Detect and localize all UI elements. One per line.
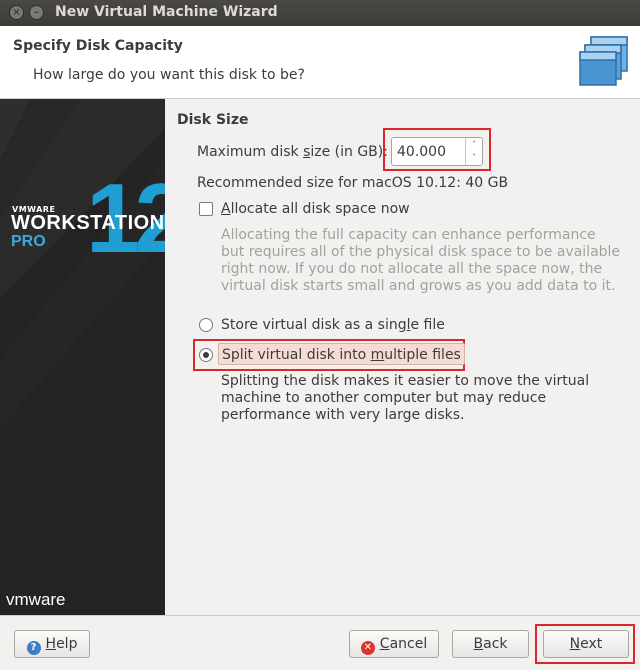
- product-edition: PRO: [11, 233, 46, 250]
- page-subtitle: How large do you want this disk to be?: [33, 67, 305, 83]
- cancel-icon: ✕: [360, 641, 375, 655]
- spin-up-icon[interactable]: ˄: [466, 138, 482, 151]
- footer-divider: [0, 615, 640, 616]
- spin-buttons: ˄ ˅: [465, 138, 482, 165]
- virtual-disks-icon: [579, 36, 628, 86]
- cancel-button[interactable]: ✕ Cancel: [349, 630, 439, 658]
- back-button[interactable]: Back: [452, 630, 529, 658]
- allocate-all-checkbox[interactable]: [199, 202, 213, 216]
- split-files-label[interactable]: Split virtual disk into multiple files: [218, 343, 465, 365]
- page-title: Specify Disk Capacity: [13, 38, 183, 54]
- recommended-size: Recommended size for macOS 10.12: 40 GB: [197, 175, 509, 191]
- vmware-logo: vmware: [6, 590, 66, 609]
- max-disk-size-label: Maximum disk size (in GB):: [197, 144, 388, 160]
- product-banner: 12 VMWARE WORKSTATION PRO vmware: [0, 99, 165, 615]
- radio-selected-dot: [203, 352, 209, 358]
- disk-size-value[interactable]: 40.000: [397, 144, 446, 160]
- single-file-radio[interactable]: [199, 318, 213, 332]
- help-button[interactable]: ? Help: [14, 630, 90, 658]
- next-button[interactable]: Next: [543, 630, 629, 658]
- close-window-button[interactable]: ×: [9, 5, 24, 20]
- single-file-label[interactable]: Store virtual disk as a single file: [221, 317, 445, 333]
- minimize-window-button[interactable]: –: [29, 5, 44, 20]
- disk-size-spinbox[interactable]: 40.000 ˄ ˅: [391, 137, 483, 166]
- allocate-all-label[interactable]: Allocate all disk space now: [221, 201, 410, 217]
- wizard-header: Specify Disk Capacity How large do you w…: [0, 26, 640, 99]
- help-icon: ?: [26, 641, 41, 655]
- allocate-description: Allocating the full capacity can enhance…: [221, 227, 621, 294]
- product-name: WORKSTATION: [11, 212, 165, 234]
- spin-down-icon[interactable]: ˅: [466, 151, 482, 164]
- split-files-radio[interactable]: [199, 348, 213, 362]
- window-titlebar: × – New Virtual Machine Wizard: [0, 0, 640, 26]
- window-title: New Virtual Machine Wizard: [55, 4, 278, 20]
- disk-size-heading: Disk Size: [177, 112, 249, 128]
- split-description: Splitting the disk makes it easier to mo…: [221, 373, 590, 423]
